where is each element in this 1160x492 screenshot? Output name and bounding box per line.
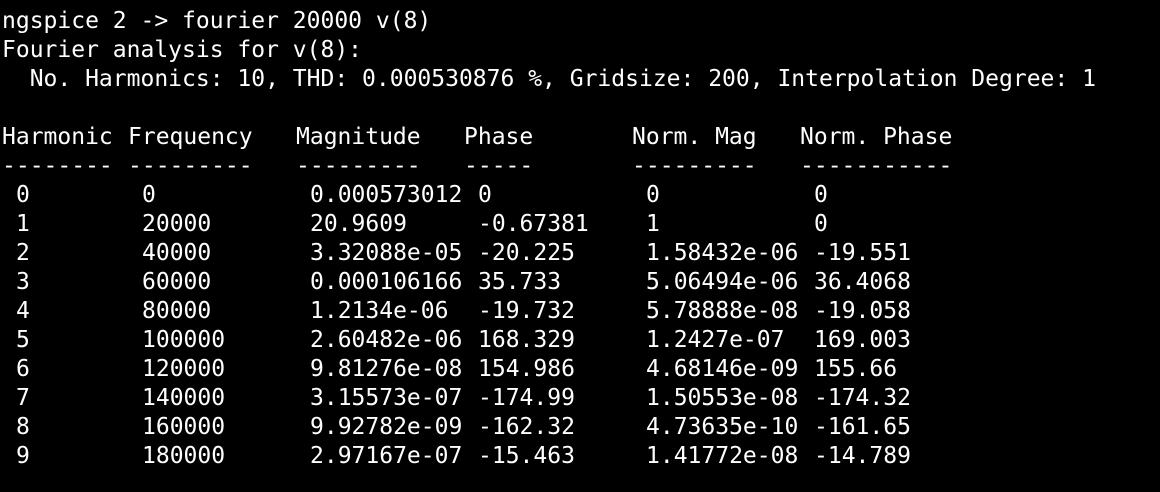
cell-norm-phase: -14.789 bbox=[814, 443, 911, 469]
cell-norm-mag: 4.68146e-09 bbox=[646, 356, 799, 382]
cell-phase: 0 bbox=[478, 182, 492, 208]
table-row: 4 80000 1.2134e-06 -19.732 5.78888e-08 -… bbox=[2, 297, 1160, 326]
separator-frequency: --------- bbox=[128, 153, 253, 179]
cell-phase: -15.463 bbox=[478, 443, 575, 469]
separator-norm-mag: --------- bbox=[632, 153, 757, 179]
cell-frequency: 160000 bbox=[142, 414, 226, 440]
cell-frequency: 140000 bbox=[142, 385, 226, 411]
terminal-window[interactable]: ngspice 2 -> fourier 20000 v(8) Fourier … bbox=[0, 0, 1160, 492]
cell-phase: -174.99 bbox=[478, 385, 575, 411]
analysis-summary: No. Harmonics: 10, THD: 0.000530876 %, G… bbox=[2, 66, 1096, 92]
separator-magnitude: --------- bbox=[296, 153, 421, 179]
cell-frequency: 20000 bbox=[142, 211, 212, 237]
cell-frequency: 80000 bbox=[142, 298, 212, 324]
cell-norm-phase: -19.058 bbox=[814, 298, 911, 324]
cell-harmonic: 2 bbox=[16, 240, 30, 266]
cell-norm-phase: 155.66 bbox=[814, 356, 898, 382]
cell-harmonic: 1 bbox=[16, 211, 30, 237]
cell-norm-mag: 4.73635e-10 bbox=[646, 414, 799, 440]
cell-magnitude: 3.15573e-07 bbox=[310, 385, 463, 411]
cell-magnitude: 0.000573012 bbox=[310, 182, 463, 208]
cell-magnitude: 9.81276e-08 bbox=[310, 356, 463, 382]
cell-phase: 168.329 bbox=[478, 327, 575, 353]
table-row: 8 160000 9.92782e-09 -162.32 4.73635e-10… bbox=[2, 413, 1160, 442]
cell-norm-phase: 169.003 bbox=[814, 327, 911, 353]
cell-harmonic: 7 bbox=[16, 385, 30, 411]
cell-magnitude: 0.000106166 bbox=[310, 269, 463, 295]
table-header-row: Harmonic Frequency Magnitude Phase Norm.… bbox=[2, 123, 1160, 152]
table-row: 9 180000 2.97167e-07 -15.463 1.41772e-08… bbox=[2, 442, 1160, 471]
cell-phase: -19.732 bbox=[478, 298, 575, 324]
cell-harmonic: 8 bbox=[16, 414, 30, 440]
cell-phase: -20.225 bbox=[478, 240, 575, 266]
cell-norm-mag: 1.58432e-06 bbox=[646, 240, 799, 266]
cell-norm-phase: 0 bbox=[814, 211, 828, 237]
cell-phase: -162.32 bbox=[478, 414, 575, 440]
cell-frequency: 180000 bbox=[142, 443, 226, 469]
cell-harmonic: 6 bbox=[16, 356, 30, 382]
cell-norm-mag: 0 bbox=[646, 182, 660, 208]
cell-magnitude: 2.97167e-07 bbox=[310, 443, 463, 469]
cell-frequency: 120000 bbox=[142, 356, 226, 382]
cell-norm-phase: -19.551 bbox=[814, 240, 911, 266]
cell-norm-mag: 1.41772e-08 bbox=[646, 443, 799, 469]
cell-frequency: 0 bbox=[142, 182, 156, 208]
separator-harmonic: -------- bbox=[2, 153, 113, 179]
cell-harmonic: 0 bbox=[16, 182, 30, 208]
cell-magnitude: 1.2134e-06 bbox=[310, 298, 449, 324]
cell-norm-mag: 1.50553e-08 bbox=[646, 385, 799, 411]
header-phase: Phase bbox=[464, 124, 534, 150]
cell-norm-phase: -161.65 bbox=[814, 414, 911, 440]
table-row: 1 20000 20.9609 -0.67381 1 0 bbox=[2, 210, 1160, 239]
cell-norm-mag: 1 bbox=[646, 211, 660, 237]
header-frequency: Frequency bbox=[128, 124, 253, 150]
separator-phase: ----- bbox=[464, 153, 534, 179]
header-harmonic: Harmonic bbox=[2, 124, 113, 150]
header-norm-mag: Norm. Mag bbox=[632, 124, 757, 150]
cell-phase: -0.67381 bbox=[478, 211, 589, 237]
cell-magnitude: 9.92782e-09 bbox=[310, 414, 463, 440]
cell-norm-phase: 36.4068 bbox=[814, 269, 911, 295]
cell-frequency: 60000 bbox=[142, 269, 212, 295]
cell-phase: 35.733 bbox=[478, 269, 562, 295]
table-row: 6 120000 9.81276e-08 154.986 4.68146e-09… bbox=[2, 355, 1160, 384]
cell-harmonic: 4 bbox=[16, 298, 30, 324]
cell-norm-mag: 5.06494e-06 bbox=[646, 269, 799, 295]
analysis-title: Fourier analysis for v(8): bbox=[2, 37, 363, 63]
cell-magnitude: 3.32088e-05 bbox=[310, 240, 463, 266]
table-row: 5 100000 2.60482e-06 168.329 1.2427e-07 … bbox=[2, 326, 1160, 355]
cell-frequency: 100000 bbox=[142, 327, 226, 353]
cell-norm-mag: 5.78888e-08 bbox=[646, 298, 799, 324]
cell-magnitude: 2.60482e-06 bbox=[310, 327, 463, 353]
cell-norm-phase: -174.32 bbox=[814, 385, 911, 411]
cell-norm-mag: 1.2427e-07 bbox=[646, 327, 785, 353]
header-norm-phase: Norm. Phase bbox=[800, 124, 953, 150]
table-row: 3 60000 0.000106166 35.733 5.06494e-06 3… bbox=[2, 268, 1160, 297]
cell-harmonic: 5 bbox=[16, 327, 30, 353]
header-magnitude: Magnitude bbox=[296, 124, 421, 150]
separator-norm-phase: ----------- bbox=[800, 153, 953, 179]
table-row: 7 140000 3.15573e-07 -174.99 1.50553e-08… bbox=[2, 384, 1160, 413]
cell-magnitude: 20.9609 bbox=[310, 211, 407, 237]
cell-phase: 154.986 bbox=[478, 356, 575, 382]
cell-frequency: 40000 bbox=[142, 240, 212, 266]
table-separator-row: -------- --------- --------- ----- -----… bbox=[2, 152, 1160, 181]
cell-harmonic: 3 bbox=[16, 269, 30, 295]
command-line: ngspice 2 -> fourier 20000 v(8) bbox=[2, 8, 432, 34]
cell-harmonic: 9 bbox=[16, 443, 30, 469]
cell-norm-phase: 0 bbox=[814, 182, 828, 208]
table-row: 0 0 0.000573012 0 0 0 bbox=[2, 181, 1160, 210]
table-row: 2 40000 3.32088e-05 -20.225 1.58432e-06 … bbox=[2, 239, 1160, 268]
